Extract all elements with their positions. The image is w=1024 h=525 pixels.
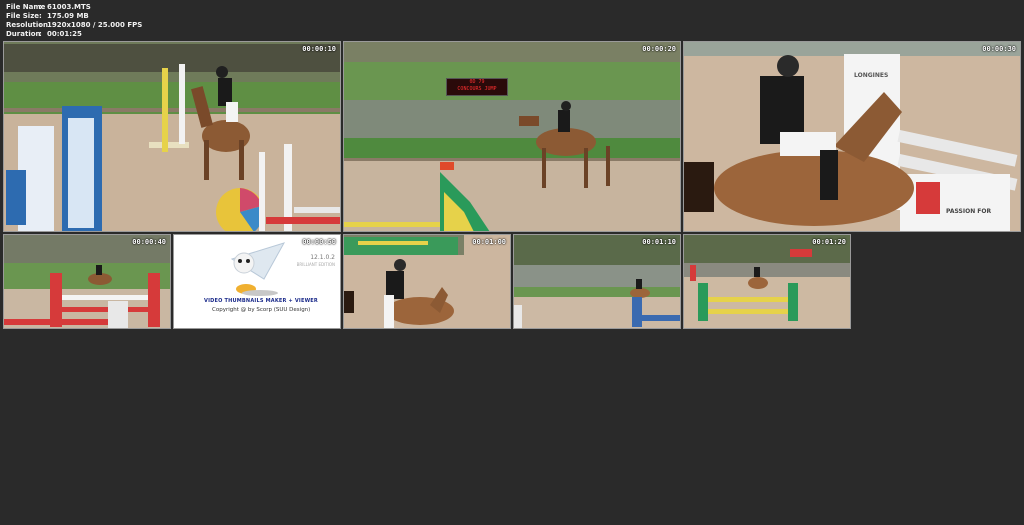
thumbnail-4[interactable]: 00:00:40 bbox=[3, 234, 171, 329]
thumbnail-image bbox=[4, 235, 170, 328]
scoreboard-line-2: CONCOURS JUMP bbox=[457, 86, 497, 92]
scoreboard-line-1: 0D 79 bbox=[469, 79, 485, 85]
app-logo-frame: 12.1.0.2 BRILLIANT EDITION VIDEO THUMBNA… bbox=[174, 235, 340, 328]
thumbnail-8[interactable]: 00:01:20 bbox=[683, 234, 851, 329]
thumbnail-3[interactable]: LONGINES PASSION FOR 00:00:30 bbox=[683, 41, 1021, 232]
info-label: File Size bbox=[6, 12, 40, 20]
thumbnail-image bbox=[344, 235, 510, 328]
thumbnail-image bbox=[344, 42, 680, 231]
thumbnail-7[interactable]: 00:01:10 bbox=[513, 234, 681, 329]
info-separator: : bbox=[39, 30, 42, 38]
info-label: Duration bbox=[6, 30, 41, 38]
info-row-resolution: Resolution : 1920x1080 / 25.000 FPS bbox=[6, 21, 142, 30]
info-separator: : bbox=[39, 12, 42, 20]
thumbnail-2[interactable]: 0D 79 CONCOURS JUMP 00:00:20 bbox=[343, 41, 681, 232]
info-separator: : bbox=[39, 21, 42, 29]
thumbnail-1[interactable]: 00:00:10 bbox=[3, 41, 341, 232]
thumbnail-image bbox=[684, 42, 1020, 231]
info-label: Resolution bbox=[6, 21, 49, 29]
info-value: 1920x1080 / 25.000 FPS bbox=[47, 21, 143, 29]
info-value: 00:01:25 bbox=[47, 30, 82, 38]
thumbnail-timestamp: 00:00:10 bbox=[302, 45, 336, 53]
thumbnail-timestamp: 00:00:50 bbox=[302, 238, 336, 246]
app-version: 12.1.0.2 bbox=[310, 254, 335, 261]
info-separator: : bbox=[39, 3, 42, 11]
owl-logo-icon bbox=[230, 242, 286, 296]
info-row-duration: Duration : 00:01:25 bbox=[6, 30, 142, 39]
file-info-panel: File Name : 61003.MTS File Size : 175.09… bbox=[6, 3, 142, 39]
thumbnail-image bbox=[514, 235, 680, 328]
thumbnail-timestamp: 00:00:20 bbox=[642, 45, 676, 53]
info-value: 61003.MTS bbox=[47, 3, 91, 11]
app-edition: BRILLIANT EDITION bbox=[296, 262, 335, 267]
info-value: 175.09 MB bbox=[47, 12, 89, 20]
thumbnail-6[interactable]: 00:01:00 bbox=[343, 234, 511, 329]
thumbnail-timestamp: 00:00:40 bbox=[132, 238, 166, 246]
scoreboard: 0D 79 CONCOURS JUMP bbox=[446, 78, 508, 96]
info-label: File Name bbox=[6, 3, 46, 11]
info-row-file-size: File Size : 175.09 MB bbox=[6, 12, 142, 21]
info-row-file-name: File Name : 61003.MTS bbox=[6, 3, 142, 12]
sponsor-sign-1: LONGINES bbox=[854, 72, 889, 79]
app-copyright: Copyright @ by Scorp (SUU Design) bbox=[212, 307, 311, 313]
thumbnail-5[interactable]: 12.1.0.2 BRILLIANT EDITION VIDEO THUMBNA… bbox=[173, 234, 341, 329]
thumbnail-timestamp: 00:01:00 bbox=[472, 238, 506, 246]
app-logo-title: VIDEO THUMBNAILS MAKER + VIEWER bbox=[204, 298, 318, 304]
thumbnail-image bbox=[4, 42, 340, 231]
sponsor-sign-2: PASSION FOR bbox=[946, 208, 992, 215]
thumbnail-timestamp: 00:01:10 bbox=[642, 238, 676, 246]
thumbnail-timestamp: 00:00:30 bbox=[982, 45, 1016, 53]
thumbnail-image bbox=[684, 235, 850, 328]
thumbnail-timestamp: 00:01:20 bbox=[812, 238, 846, 246]
